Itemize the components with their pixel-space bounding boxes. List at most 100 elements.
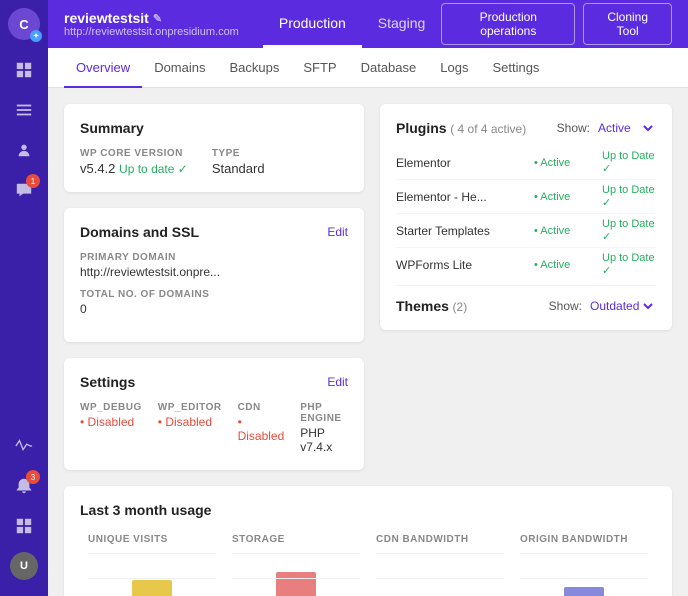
user-avatar[interactable]: U — [10, 552, 38, 580]
plugin-row-elementor-he: Elementor - He... • Active Up to Date ✓ — [396, 180, 656, 214]
themes-title-group: Themes (2) — [396, 298, 467, 314]
chart-label-cdn: CDN BANDWIDTH — [376, 534, 469, 545]
themes-show-select[interactable]: Outdated All Active — [586, 298, 656, 314]
wp-editor-label: WP_EDITOR — [158, 402, 222, 413]
chat-badge: 1 — [26, 174, 40, 188]
chart-area-unique-visits — [88, 553, 216, 596]
tab-domains[interactable]: Domains — [142, 48, 217, 88]
wp-editor-status: • Disabled — [158, 415, 212, 429]
top-header: reviewtestsit ✎ http://reviewtestsit.onp… — [48, 0, 688, 48]
domains-edit-link[interactable]: Edit — [327, 225, 348, 239]
cloning-tool-button[interactable]: Cloning Tool — [583, 3, 672, 45]
chart-grid — [376, 553, 504, 596]
env-tab-production[interactable]: Production — [263, 0, 362, 48]
site-name-edit-icon[interactable]: ✎ — [153, 12, 162, 25]
cdn-status: • Disabled — [238, 415, 285, 443]
tab-backups[interactable]: Backups — [217, 48, 291, 88]
chart-label-unique-visits: UNIQUE VISITS — [88, 534, 168, 545]
plugins-list: Elementor • Active Up to Date ✓ Elemento… — [396, 146, 656, 281]
primary-domain-field: PRIMARY DOMAIN http://reviewtestsit.onpr… — [80, 252, 348, 279]
plugins-header: Plugins ( 4 of 4 active) Show: Active Al… — [396, 120, 656, 136]
chart-area-origin — [520, 553, 648, 596]
chart-label-origin: ORIGIN BANDWIDTH — [520, 534, 628, 545]
plugins-title-group: Plugins ( 4 of 4 active) — [396, 120, 526, 136]
chart-label-storage: STORAGE — [232, 534, 285, 545]
right-column: Plugins ( 4 of 4 active) Show: Active Al… — [380, 104, 672, 470]
avatar-sub-badge: ✦ — [30, 30, 42, 42]
bar-unique-visits — [132, 580, 172, 596]
sidebar-icon-bell[interactable]: 3 — [6, 468, 42, 504]
settings-header: Settings Edit — [80, 374, 348, 390]
setting-wp-editor: WP_EDITOR • Disabled — [158, 402, 222, 454]
production-operations-button[interactable]: Production operations — [441, 3, 575, 45]
plugin-row-starter: Starter Templates • Active Up to Date ✓ — [396, 214, 656, 248]
sidebar-icon-chat[interactable]: 1 — [6, 172, 42, 208]
domains-title: Domains and SSL — [80, 224, 199, 240]
themes-title: Themes — [396, 298, 449, 314]
chart-area-cdn — [376, 553, 504, 596]
sidebar-icon-people[interactable] — [6, 132, 42, 168]
sidebar-icon-list[interactable] — [6, 92, 42, 128]
avatar-letter: C — [19, 17, 28, 32]
primary-domain-label: PRIMARY DOMAIN — [80, 252, 348, 263]
wp-core-status: Up to date ✓ — [119, 162, 188, 176]
plugins-show-label: Show: — [557, 121, 590, 135]
tab-settings[interactable]: Settings — [480, 48, 551, 88]
tab-logs[interactable]: Logs — [428, 48, 480, 88]
plugins-show-select[interactable]: Active All Inactive — [594, 120, 656, 136]
plugin-status: • Active — [534, 157, 594, 169]
chart-unique-visits: UNIQUE VISITS Aug — [80, 534, 224, 596]
plugin-status: • Active — [534, 191, 594, 203]
settings-fields: WP_DEBUG • Disabled WP_EDITOR • Disabled… — [80, 402, 348, 454]
settings-edit-link[interactable]: Edit — [327, 375, 348, 389]
themes-section: Themes (2) Show: Outdated All Active — [396, 285, 656, 314]
wp-editor-value: • Disabled — [158, 415, 222, 429]
plugin-update: Up to Date ✓ — [602, 252, 656, 277]
themes-show-filter: Show: Outdated All Active — [549, 298, 656, 314]
site-info: reviewtestsit ✎ http://reviewtestsit.onp… — [64, 10, 239, 38]
tab-database[interactable]: Database — [349, 48, 429, 88]
plugins-themes-card: Plugins ( 4 of 4 active) Show: Active Al… — [380, 104, 672, 330]
charts-row: UNIQUE VISITS Aug STORAGE — [80, 534, 656, 596]
sidebar-icon-grid2[interactable] — [6, 508, 42, 544]
type-label: TYPE — [212, 148, 265, 159]
plugin-row-wpforms: WPForms Lite • Active Up to Date ✓ — [396, 248, 656, 281]
chart-cdn-bandwidth: CDN BANDWIDTH — [368, 534, 512, 596]
total-domains-field: TOTAL NO. OF DOMAINS 0 — [80, 289, 348, 316]
chart-storage: STORAGE Aug — [224, 534, 368, 596]
plugin-name: Starter Templates — [396, 224, 526, 238]
chart-origin-bandwidth: ORIGIN BANDWIDTH Aug — [512, 534, 656, 596]
env-tabs: Production Staging — [263, 0, 441, 48]
setting-cdn: CDN • Disabled — [238, 402, 285, 454]
php-engine-value: PHP v7.4.x — [300, 426, 348, 454]
sidebar-icon-dashboard[interactable] — [6, 52, 42, 88]
header-actions: Production operations Cloning Tool — [441, 3, 672, 45]
plugin-name: Elementor — [396, 156, 526, 170]
plugin-update: Up to Date ✓ — [602, 184, 656, 209]
two-col-layout: Summary WP CORE VERSION v5.4.2 Up to dat… — [64, 104, 672, 470]
wp-debug-status: • Disabled — [80, 415, 134, 429]
wp-core-version: v5.4.2 — [80, 161, 115, 176]
settings-title: Settings — [80, 374, 135, 390]
domains-header: Domains and SSL Edit — [80, 224, 348, 240]
plugins-count: ( 4 of 4 active) — [450, 122, 526, 136]
plugin-status: • Active — [534, 259, 594, 271]
domains-card: Domains and SSL Edit PRIMARY DOMAIN http… — [64, 208, 364, 342]
plugin-status: • Active — [534, 225, 594, 237]
env-tab-staging[interactable]: Staging — [362, 0, 441, 48]
themes-show-label: Show: — [549, 299, 582, 313]
wp-debug-value: • Disabled — [80, 415, 142, 429]
bell-badge: 3 — [26, 470, 40, 484]
wp-core-group: WP CORE VERSION v5.4.2 Up to date ✓ — [80, 148, 188, 176]
primary-domain-value: http://reviewtestsit.onpre... — [80, 265, 348, 279]
avatar[interactable]: C ✦ — [8, 8, 40, 40]
tab-sftp[interactable]: SFTP — [291, 48, 348, 88]
plugin-name: WPForms Lite — [396, 258, 526, 272]
type-group: TYPE Standard — [212, 148, 265, 176]
site-name: reviewtestsit ✎ — [64, 10, 239, 26]
tab-overview[interactable]: Overview — [64, 48, 142, 88]
summary-title: Summary — [80, 120, 348, 136]
cdn-value: • Disabled — [238, 415, 285, 443]
themes-count: (2) — [453, 300, 468, 314]
sidebar-icon-activity[interactable] — [6, 428, 42, 464]
